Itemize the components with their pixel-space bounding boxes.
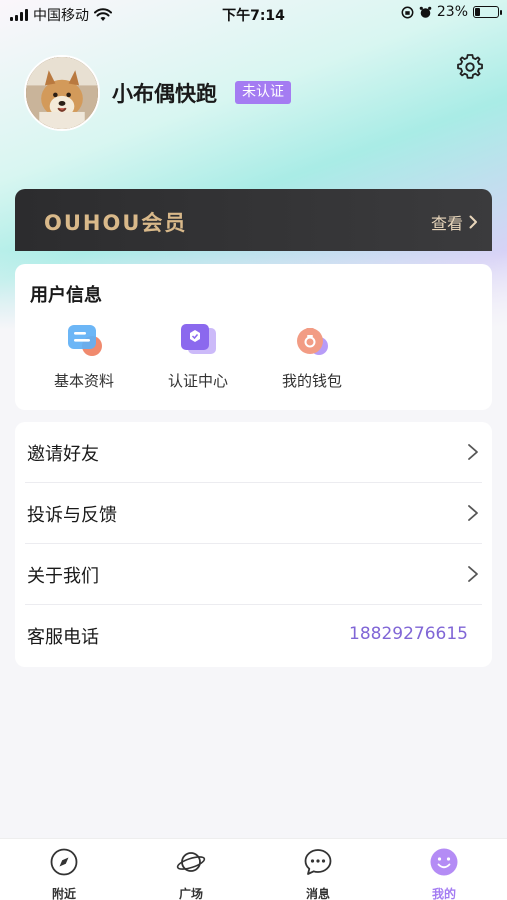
settings-button[interactable] [455, 52, 485, 82]
chevron-right-icon [468, 505, 478, 521]
chevron-right-icon [468, 566, 478, 582]
verify-status-badge[interactable]: 未认证 [235, 81, 291, 104]
feedback-label: 投诉与反馈 [27, 505, 117, 526]
vip-membership-card[interactable]: OUHOU会员 查看 [15, 189, 492, 251]
basic-profile-button[interactable]: 基本资料 [29, 320, 139, 400]
smiley-icon [430, 848, 458, 876]
menu-list-card: 邀请好友 投诉与反馈 关于我们 客服电话 18829276615 [15, 422, 492, 667]
feedback-row[interactable]: 投诉与反馈 [15, 483, 492, 544]
alarm-icon [419, 6, 432, 18]
battery-icon [473, 6, 502, 18]
avatar[interactable] [24, 55, 100, 131]
profile-card-icon [61, 320, 107, 360]
verify-badge-icon [175, 320, 221, 360]
planet-icon [176, 852, 206, 872]
user-info-title: 用户信息 [30, 285, 102, 306]
basic-profile-label: 基本资料 [53, 372, 114, 390]
vip-view-link[interactable]: 查看 [431, 210, 478, 234]
chat-bubble-icon [304, 849, 332, 875]
verify-center-button[interactable]: 认证中心 [143, 320, 253, 400]
wallet-button[interactable]: 我的钱包 [257, 320, 367, 400]
bottom-tab-bar: 附近 广场 消息 我的 [0, 838, 507, 900]
chevron-right-icon [469, 215, 477, 229]
invite-friends-row[interactable]: 邀请好友 [15, 422, 492, 483]
tab-messages-label: 消息 [305, 887, 330, 900]
customer-service-row[interactable]: 客服电话 18829276615 [15, 605, 492, 666]
tab-mine[interactable]: 我的 [404, 847, 484, 900]
about-us-row[interactable]: 关于我们 [15, 544, 492, 605]
username: 小布偶快跑 [112, 82, 217, 106]
verify-center-label: 认证中心 [167, 372, 228, 390]
about-us-label: 关于我们 [27, 566, 99, 587]
orientation-lock-icon [401, 6, 414, 18]
tab-nearby[interactable]: 附近 [24, 847, 104, 900]
battery-percent: 23% [436, 4, 468, 20]
gear-icon [457, 54, 483, 79]
customer-service-label: 客服电话 [27, 627, 99, 648]
user-info-card: 用户信息 基本资料 认证中心 我的钱包 [15, 264, 492, 410]
chevron-right-icon [468, 444, 478, 460]
tab-mine-label: 我的 [431, 887, 456, 900]
tab-plaza-label: 广场 [178, 887, 203, 900]
status-bar: 中国移动 下午7:14 23% [0, 0, 507, 28]
invite-friends-label: 邀请好友 [27, 444, 99, 465]
tab-plaza[interactable]: 广场 [151, 847, 231, 900]
tab-nearby-label: 附近 [51, 887, 76, 900]
customer-service-phone[interactable]: 18829276615 [349, 624, 468, 644]
wallet-icon [289, 320, 335, 360]
vip-view-label: 查看 [430, 214, 463, 233]
vip-title: OUHOU会员 [44, 211, 188, 235]
wallet-label: 我的钱包 [281, 372, 342, 390]
tab-messages[interactable]: 消息 [278, 847, 358, 900]
compass-icon [50, 848, 78, 876]
